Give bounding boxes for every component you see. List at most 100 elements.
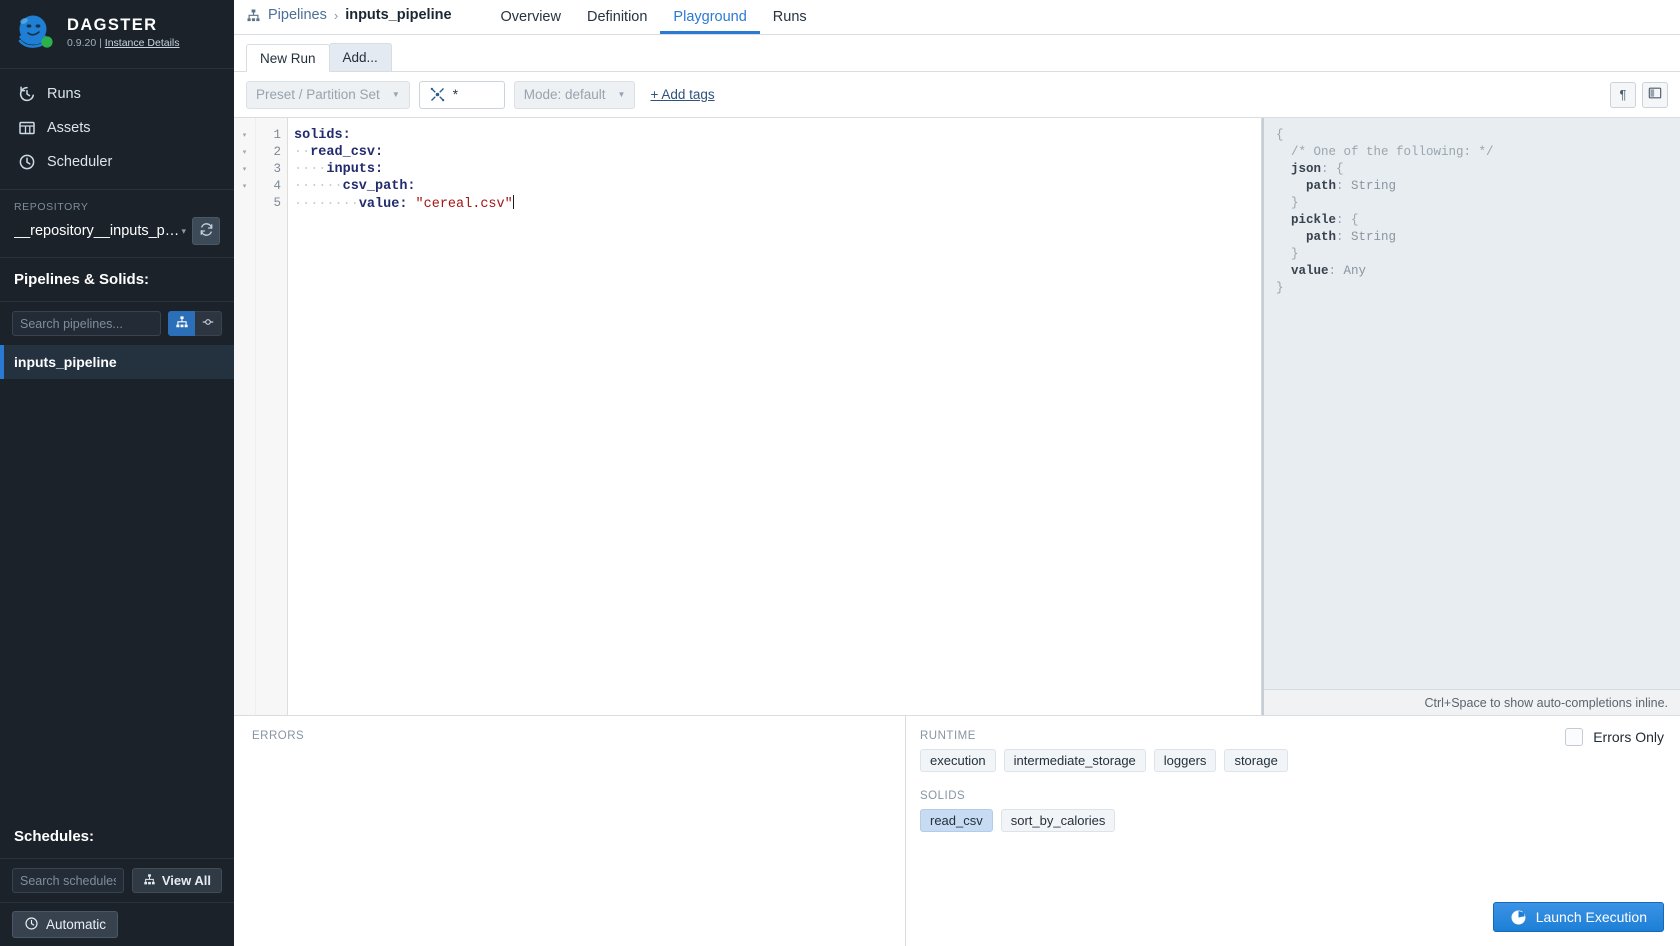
toggle-split-view-button[interactable]	[1642, 81, 1668, 108]
toggle-whitespace-button[interactable]: ¶	[1610, 81, 1636, 108]
schema-token-type: String	[1351, 179, 1397, 193]
solid-chip-sort-by-calories[interactable]: sort_by_calories	[1000, 809, 1116, 832]
sidebar-item-assets[interactable]: Assets	[0, 111, 234, 145]
repository-refresh-button[interactable]	[192, 217, 220, 245]
fold-toggle[interactable]: ▾	[234, 178, 255, 195]
config-sections-pane: RUNTIME execution intermediate_storage l…	[906, 716, 1680, 946]
line-number: 4	[273, 179, 281, 193]
solids-chip-list: read_csv sort_by_calories	[920, 809, 1666, 832]
errors-only-toggle[interactable]: Errors Only	[1565, 728, 1664, 746]
add-tags-link[interactable]: + Add tags	[650, 87, 714, 102]
automatic-theme-button[interactable]: Automatic	[12, 911, 119, 938]
schema-token-com: /* One of the following: */	[1291, 145, 1494, 159]
indent-dots: ······	[294, 179, 343, 194]
schema-line: }	[1276, 280, 1668, 297]
repository-name[interactable]: __repository__inputs_pipeline	[14, 223, 179, 239]
schema-indent	[1276, 145, 1291, 159]
fold-toggle[interactable]: ▾	[234, 161, 255, 178]
code-line: ····inputs:	[294, 161, 1261, 178]
launch-execution-button[interactable]: Launch Execution	[1492, 902, 1664, 932]
sidebar-item-scheduler[interactable]: Scheduler	[0, 145, 234, 179]
mode-select[interactable]: Mode: default ▼	[513, 80, 636, 109]
fold-toggle[interactable]: ▾	[234, 144, 255, 161]
refresh-icon	[199, 222, 214, 240]
schema-indent	[1276, 162, 1291, 176]
toggle-solids-view-button[interactable]	[195, 311, 222, 336]
solids-label: SOLIDS	[920, 790, 966, 802]
runtime-chip-execution[interactable]: execution	[920, 749, 996, 772]
line-number: 1	[273, 128, 281, 142]
code-line: solids:	[294, 127, 1261, 144]
pipelines-search-row	[0, 302, 234, 345]
search-pipelines-input[interactable]	[12, 311, 161, 336]
schema-line: }	[1276, 195, 1668, 212]
sidebar: DAGSTER 0.9.20 | Instance Details Runs A…	[0, 0, 234, 946]
main-content: Pipelines › inputs_pipeline Overview Def…	[234, 0, 1680, 946]
launch-execution-wrap: Launch Execution	[1492, 902, 1664, 932]
instance-details-link[interactable]: Instance Details	[105, 37, 180, 49]
pipeline-item-label: inputs_pipeline	[14, 354, 117, 370]
runtime-chip-intermediate-storage[interactable]: intermediate_storage	[1003, 749, 1146, 772]
yaml-key: value:	[358, 197, 408, 212]
sidebar-footer: Automatic	[0, 902, 234, 946]
run-tab-add[interactable]: Add...	[328, 43, 392, 71]
toggle-pipelines-view-button[interactable]	[168, 311, 195, 336]
line-number-gutter: 1 2 3 4 5	[256, 118, 288, 715]
hierarchy-icon	[246, 8, 261, 23]
chevron-down-icon[interactable]: ▾	[181, 226, 186, 237]
launch-icon	[1510, 909, 1527, 926]
indent-dots: ········	[294, 197, 359, 212]
schema-token-punc: }	[1291, 247, 1299, 261]
runtime-chip-loggers[interactable]: loggers	[1153, 749, 1217, 772]
preset-partition-set-select[interactable]: Preset / Partition Set ▼	[246, 80, 410, 109]
pipeline-tabs: Overview Definition Playground Runs	[488, 0, 820, 34]
yaml-key: solids:	[294, 128, 351, 143]
schema-token-type: String	[1351, 230, 1397, 244]
schema-line: json: {	[1276, 161, 1668, 178]
schema-token-punc: :	[1336, 230, 1352, 244]
search-schedules-input[interactable]	[12, 868, 124, 893]
errors-only-checkbox[interactable]	[1565, 728, 1584, 746]
bottom-panel: ERRORS RUNTIME execution intermediate_st…	[234, 716, 1680, 946]
schema-line: value: Any	[1276, 263, 1668, 280]
config-yaml-code[interactable]: solids: ··read_csv: ····inputs: ······csv_p…	[288, 118, 1261, 715]
launch-execution-label: Launch Execution	[1535, 909, 1647, 925]
run-tab-new-run[interactable]: New Run	[246, 44, 330, 72]
runtime-chip-storage[interactable]: storage	[1224, 749, 1288, 772]
hierarchy-icon	[143, 873, 156, 889]
tab-definition[interactable]: Definition	[574, 1, 660, 34]
schema-line: {	[1276, 127, 1668, 144]
errors-only-label: Errors Only	[1593, 729, 1664, 745]
schema-token-punc: :	[1328, 264, 1344, 278]
pipelines-section-title: Pipelines & Solids:	[0, 258, 234, 302]
breadcrumb-pipelines-link[interactable]: Pipelines	[268, 7, 327, 23]
pipeline-list-item[interactable]: inputs_pipeline	[0, 345, 234, 379]
schema-token-key: json	[1291, 162, 1322, 176]
view-all-schedules-button[interactable]: View All	[131, 868, 222, 893]
table-icon	[18, 119, 36, 137]
line-number: 2	[273, 145, 281, 159]
solid-chip-read-csv[interactable]: read_csv	[920, 809, 993, 832]
tab-runs[interactable]: Runs	[760, 1, 820, 34]
schema-indent	[1276, 179, 1306, 193]
sidebar-nav: Runs Assets Scheduler	[0, 69, 234, 190]
schema-token-key: path	[1306, 179, 1337, 193]
schedules-search-row: View All	[0, 859, 234, 902]
runtime-chip-list: execution intermediate_storage loggers s…	[920, 749, 1666, 772]
clock-icon	[18, 153, 36, 171]
errors-pane: ERRORS	[234, 716, 906, 946]
runtime-label: RUNTIME	[920, 730, 976, 742]
yaml-key: read_csv:	[310, 145, 384, 160]
config-editor[interactable]: ▾ ▾ ▾ ▾ 1 2 3 4 5 solids: ··read_csv: ····…	[234, 118, 1262, 715]
solid-selection-input[interactable]: *	[418, 80, 505, 109]
fold-toggle[interactable]: ▾	[234, 127, 255, 144]
sidebar-item-label: Scheduler	[47, 154, 113, 170]
yaml-string-value: "cereal.csv"	[407, 197, 513, 212]
schema-indent	[1276, 213, 1291, 227]
tab-overview[interactable]: Overview	[488, 1, 574, 34]
playground-toolbar: Preset / Partition Set ▼ * Mode: default…	[234, 72, 1680, 118]
schema-token-punc: {	[1276, 128, 1284, 142]
topbar: Pipelines › inputs_pipeline Overview Def…	[234, 0, 1680, 35]
sidebar-item-runs[interactable]: Runs	[0, 77, 234, 111]
tab-playground[interactable]: Playground	[660, 1, 760, 34]
